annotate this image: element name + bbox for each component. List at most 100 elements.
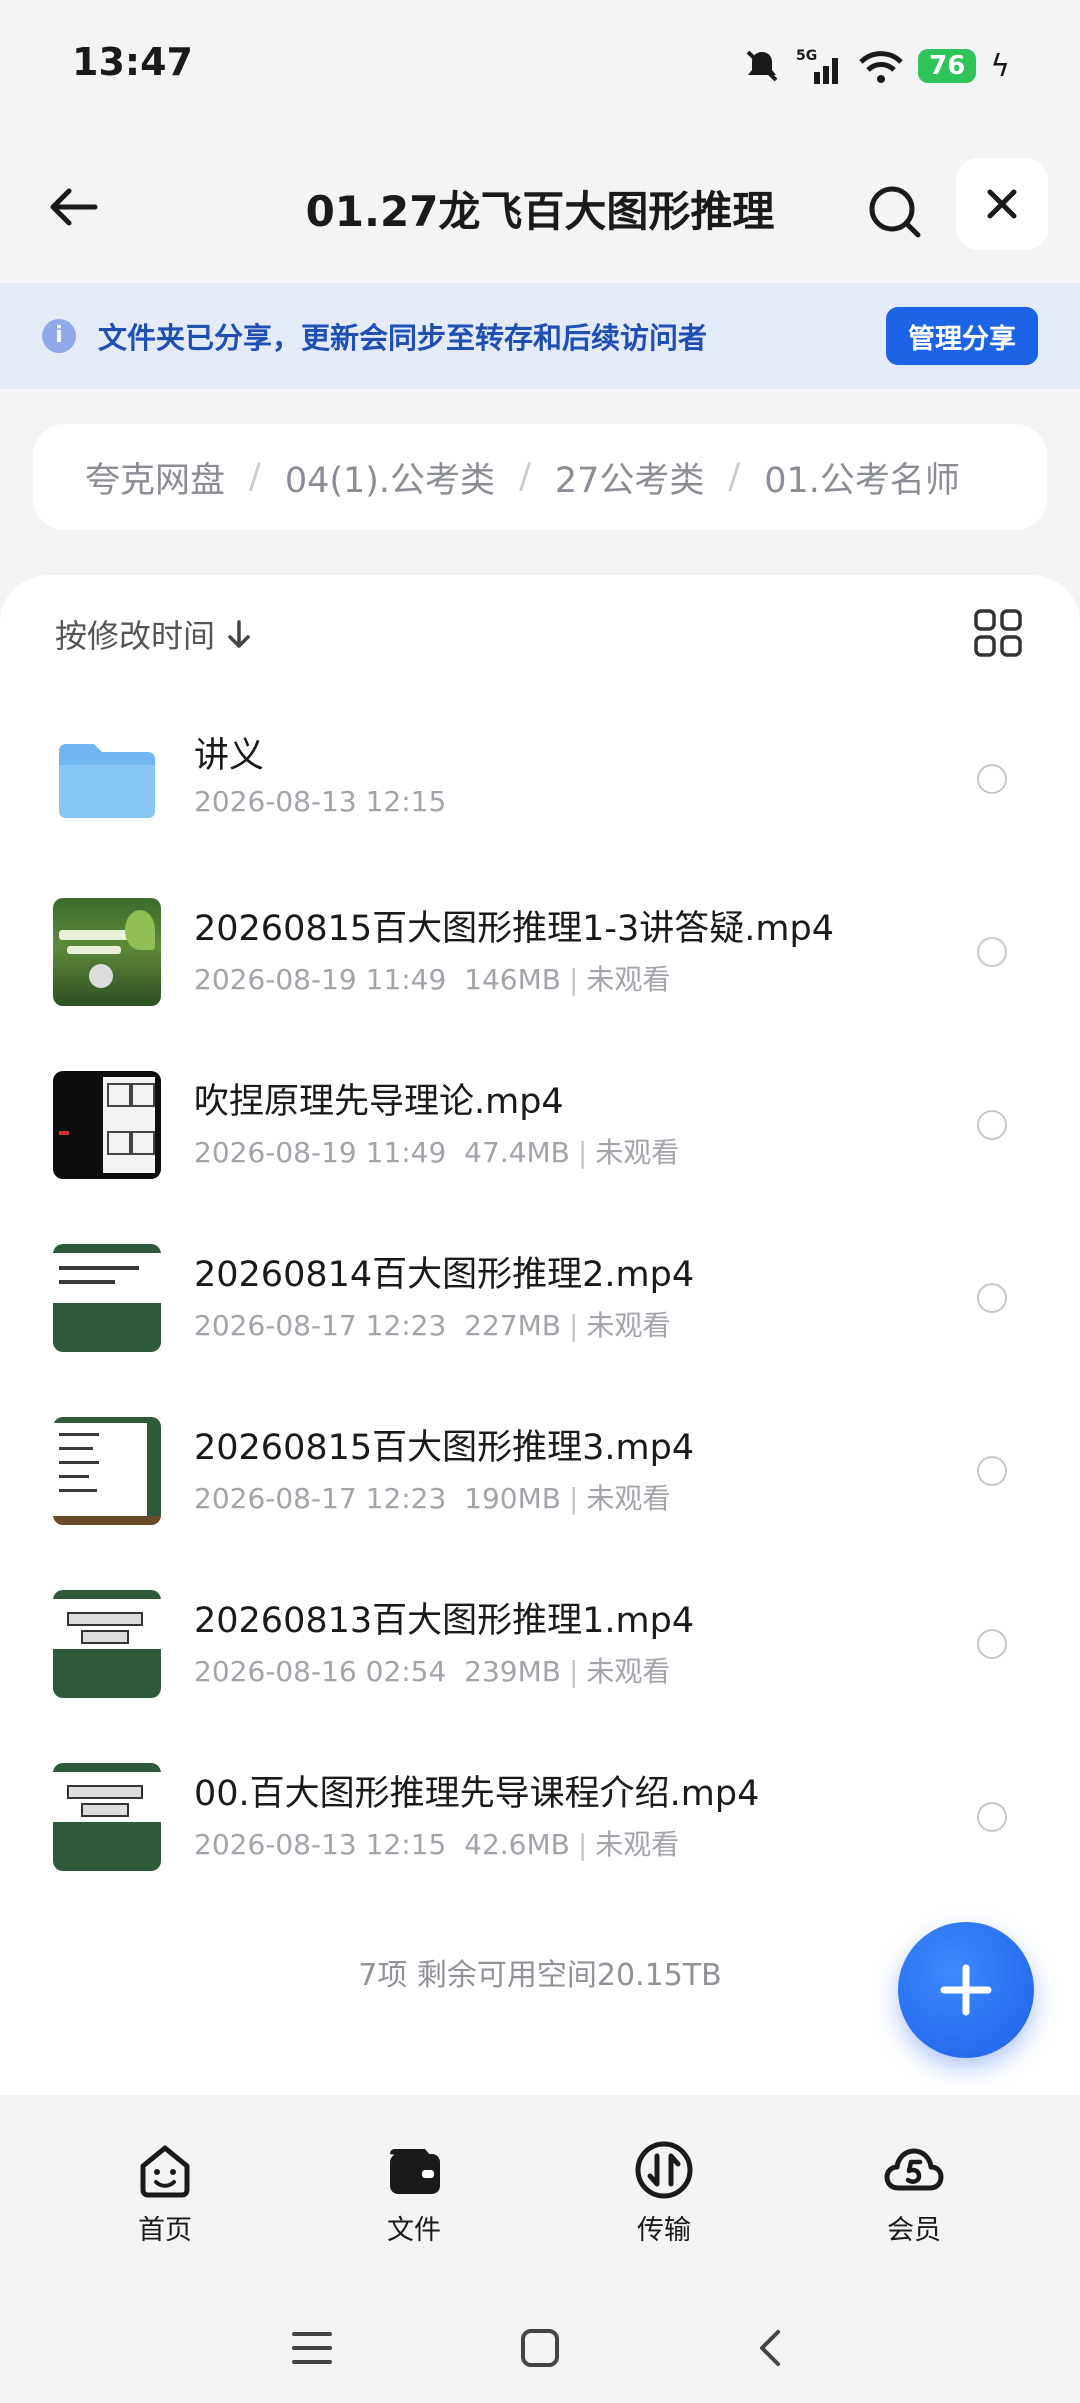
select-checkbox[interactable] [977,1110,1007,1140]
battery-level: 76 [918,49,977,83]
file-size: 42.6MB [464,1828,570,1861]
add-button[interactable] [898,1922,1034,2058]
file-meta: 2026-08-13 12:15 42.6MB | 未观看 [194,1828,680,1861]
close-button[interactable] [956,158,1048,250]
folder-icon [53,725,161,833]
status-icons: 5G 76 ϟ [742,36,1010,96]
manage-share-button[interactable]: 管理分享 [886,307,1038,365]
sort-button[interactable]: 按修改时间 [55,611,253,657]
square-icon [521,2329,559,2367]
file-meta: 2026-08-19 11:49 47.4MB | 未观看 [194,1136,680,1169]
file-name: 吹捏原理先导理论.mp4 [194,1082,564,1122]
watch-status: 未观看 [586,1482,671,1515]
list-item[interactable]: 20260814百大图形推理2.mp4 2026-08-17 12:23 227… [0,1204,1080,1377]
breadcrumb-item[interactable]: 27公考类 [555,452,705,503]
status-bar: 13:47 5G 76 ϟ [0,0,1080,130]
video-thumbnail [53,1417,161,1525]
file-name: 20260813百大图形推理1.mp4 [194,1601,695,1641]
video-thumbnail [53,1244,161,1352]
home-button[interactable] [510,2318,570,2378]
select-checkbox[interactable] [977,1283,1007,1313]
search-button[interactable] [855,172,935,252]
wifi-icon [859,51,903,83]
watch-status: 未观看 [586,963,671,996]
breadcrumb-item[interactable]: 04(1).公考类 [285,452,495,503]
file-size: 190MB [464,1482,561,1515]
nav-vip[interactable]: 会员 [844,2138,984,2247]
select-checkbox[interactable] [977,937,1007,967]
list-item[interactable]: 讲义 2026-08-13 12:15 [0,685,1080,858]
close-icon [987,189,1017,219]
file-meta: 2026-08-13 12:15 [194,785,446,818]
breadcrumb-separator: / [519,457,531,497]
arrow-left-icon [50,188,98,226]
list-item[interactable]: 吹捏原理先导理论.mp4 2026-08-19 11:49 47.4MB | 未观看 [0,1031,1080,1204]
file-meta: 2026-08-17 12:23 190MB | 未观看 [194,1482,671,1515]
file-list: 讲义 2026-08-13 12:15 20260815百大图形推理1-3讲答疑… [0,685,1080,1896]
nav-home[interactable]: 首页 [95,2138,235,2247]
file-name: 20260814百大图形推理2.mp4 [194,1255,695,1295]
nav-label: 传输 [637,2215,691,2246]
breadcrumb-item[interactable]: 01.公考名师 [764,452,960,503]
grid-icon [974,609,1022,657]
nav-label: 文件 [387,2215,441,2246]
select-checkbox[interactable] [977,1456,1007,1486]
cellular-signal-icon: 5G [796,48,839,84]
breadcrumb-separator: / [249,457,261,497]
breadcrumb-item[interactable]: 夸克网盘 [85,452,225,503]
list-item[interactable]: 20260815百大图形推理3.mp4 2026-08-17 12:23 190… [0,1377,1080,1550]
list-item[interactable]: 20260813百大图形推理1.mp4 2026-08-16 02:54 239… [0,1550,1080,1723]
grid-view-button[interactable] [970,605,1026,661]
video-thumbnail [53,1590,161,1698]
bell-muted-icon [746,50,778,82]
file-meta: 2026-08-19 11:49 146MB | 未观看 [194,963,671,996]
status-time: 13:47 [72,40,193,84]
nav-files[interactable]: 文件 [344,2138,484,2247]
svg-text:5G: 5G [796,48,817,64]
vip-cloud-icon [884,2148,944,2191]
file-meta: 2026-08-17 12:23 227MB | 未观看 [194,1309,671,1342]
system-back-button[interactable] [740,2318,800,2378]
arrow-down-icon [228,620,250,648]
file-size: 146MB [464,963,561,996]
file-name: 讲义 [194,736,265,776]
plus-icon [940,1964,992,2016]
watch-status: 未观看 [595,1136,680,1169]
file-list-panel: 按修改时间 讲义 2026-08-13 12:15 20260815百大图形推理… [0,575,1080,2095]
search-icon [869,186,921,238]
file-name: 20260815百大图形推理3.mp4 [194,1428,695,1468]
file-date: 2026-08-13 12:15 [194,785,447,818]
select-checkbox[interactable] [977,1629,1007,1659]
file-date: 2026-08-17 12:23 [194,1482,447,1515]
breadcrumb-separator: / [728,457,741,497]
select-checkbox[interactable] [977,764,1007,794]
share-banner-text: 文件夹已分享，更新会同步至转存和后续访问者 [98,321,708,355]
info-icon: i [42,319,76,353]
bottom-nav: 首页 文件 传输 会员 [0,2110,1080,2290]
video-thumbnail [53,1071,161,1179]
nav-label: 首页 [138,2215,192,2246]
header: 01.27龙飞百大图形推理 [0,150,1080,260]
file-date: 2026-08-19 11:49 [194,1136,447,1169]
file-date: 2026-08-17 12:23 [194,1309,447,1342]
recent-apps-button[interactable] [282,2318,342,2378]
watch-status: 未观看 [586,1309,671,1342]
nav-transfer[interactable]: 传输 [594,2138,734,2247]
menu-icon [292,2332,332,2364]
file-size: 239MB [464,1655,561,1688]
charging-icon: ϟ [990,48,1010,84]
list-item[interactable]: 00.百大图形推理先导课程介绍.mp4 2026-08-13 12:15 42.… [0,1723,1080,1896]
file-size: 47.4MB [464,1136,570,1169]
wallet-folder-icon [390,2149,440,2194]
list-item[interactable]: 20260815百大图形推理1-3讲答疑.mp4 2026-08-19 11:4… [0,858,1080,1031]
file-date: 2026-08-13 12:15 [194,1828,447,1861]
back-button[interactable] [38,172,108,242]
video-thumbnail [53,898,161,1006]
watch-status: 未观看 [595,1828,680,1861]
file-date: 2026-08-16 02:54 [194,1655,447,1688]
file-date: 2026-08-19 11:49 [194,963,447,996]
file-meta: 2026-08-16 02:54 239MB | 未观看 [194,1655,671,1688]
video-thumbnail [53,1763,161,1871]
file-name: 20260815百大图形推理1-3讲答疑.mp4 [194,909,835,949]
select-checkbox[interactable] [977,1802,1007,1832]
